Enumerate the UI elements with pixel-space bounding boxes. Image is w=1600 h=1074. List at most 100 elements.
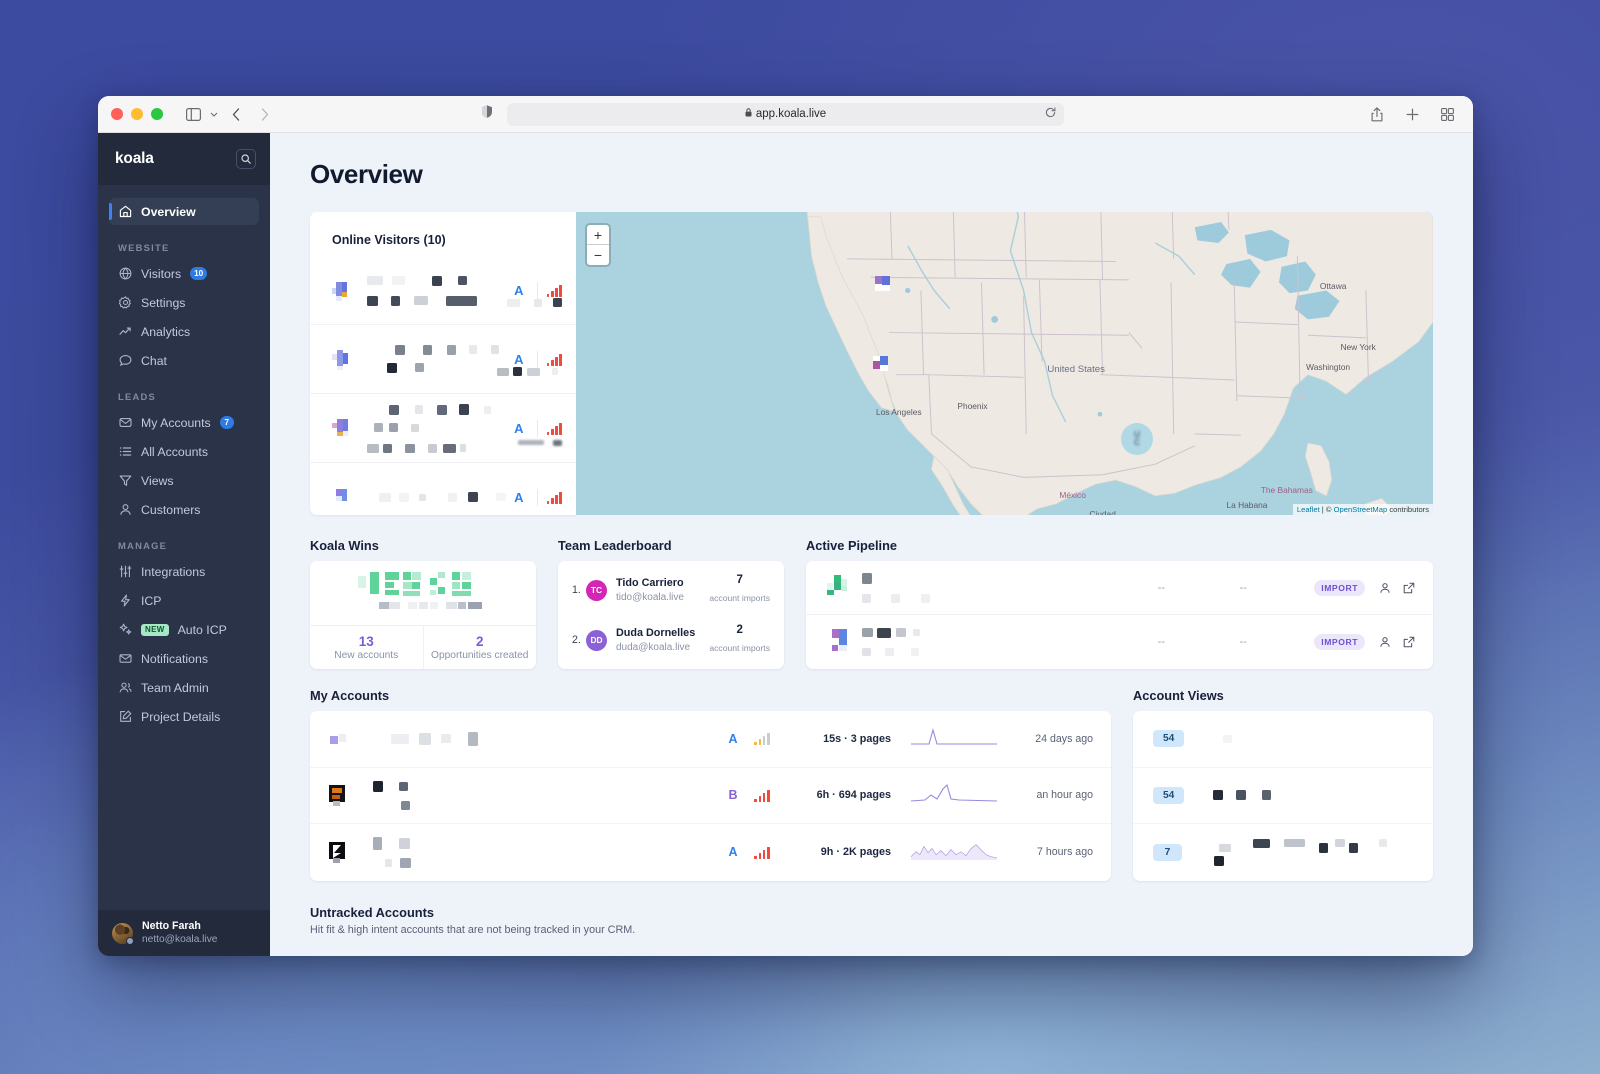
forward-chevron-icon[interactable] — [252, 102, 278, 126]
leaderboard-row[interactable]: 1. TC Tido Carriero tido@koala.live 7 ac… — [558, 565, 784, 615]
sidebar-toggle-icon[interactable] — [180, 102, 206, 126]
sidebar-item-project-details[interactable]: Project Details — [109, 703, 259, 730]
visitor-identity-redacted — [353, 341, 510, 377]
sidebar-item-auto-icp[interactable]: NEW Auto ICP — [109, 616, 259, 643]
page-title: Overview — [310, 159, 1433, 190]
my-accounts-section: My Accounts A — [310, 688, 1111, 881]
sidebar-item-settings[interactable]: Settings — [109, 289, 259, 316]
app-body: koala Overview WEBSITE — [98, 133, 1473, 956]
new-tab-icon[interactable] — [1399, 102, 1425, 126]
sidebar-item-team-admin[interactable]: Team Admin — [109, 674, 259, 701]
filter-icon — [118, 474, 132, 488]
import-button[interactable]: IMPORT — [1314, 634, 1365, 650]
tab-overview-icon[interactable] — [1434, 102, 1460, 126]
maximize-window-button[interactable] — [151, 108, 163, 120]
import-button[interactable]: IMPORT — [1314, 580, 1365, 596]
map-zoom-controls[interactable]: + − — [587, 225, 609, 265]
sidebar-item-views[interactable]: Views — [109, 467, 259, 494]
home-icon — [118, 205, 132, 219]
map-zoom-out-button[interactable]: − — [587, 245, 609, 265]
session-summary: 6h · 694 pages — [779, 789, 891, 801]
rank-label: 2. — [572, 634, 586, 646]
back-chevron-icon[interactable] — [223, 102, 249, 126]
avatar — [112, 923, 133, 944]
sidebar-item-overview[interactable]: Overview — [109, 198, 259, 225]
visitor-row[interactable]: A — [310, 256, 576, 325]
company-logo — [328, 784, 351, 807]
last-seen: an hour ago — [997, 789, 1093, 801]
privacy-shield-icon[interactable] — [481, 105, 493, 124]
sidebar-item-notifications[interactable]: Notifications — [109, 645, 259, 672]
koala-wins-section: Koala Wins — [310, 538, 536, 669]
table-row[interactable]: B 6h · 694 pages an hour ago — [310, 768, 1111, 825]
leaderboard-row[interactable]: 2. DD Duda Dornelles duda@koala.live 2 a… — [558, 615, 784, 665]
share-icon[interactable] — [1364, 102, 1390, 126]
external-link-icon[interactable] — [1403, 582, 1415, 594]
import-count: 7 — [709, 574, 770, 588]
list-item[interactable]: 7 — [1133, 824, 1433, 881]
sidebar-item-label: Auto ICP — [178, 623, 227, 637]
map-label: United States — [1047, 364, 1105, 375]
search-icon[interactable] — [236, 149, 256, 169]
grade-badge: A — [721, 732, 745, 746]
minimize-window-button[interactable] — [131, 108, 143, 120]
map-cluster-badge[interactable]: UC — [1121, 423, 1153, 455]
list-item[interactable]: 54 — [1133, 768, 1433, 825]
visitor-row[interactable]: A — [310, 325, 576, 394]
globe-icon — [118, 267, 132, 281]
sidebar-item-all-accounts[interactable]: All Accounts — [109, 438, 259, 465]
wins-stat-value: 2 — [476, 634, 484, 650]
view-count-badge: 7 — [1153, 844, 1182, 861]
chevron-down-icon[interactable] — [207, 102, 220, 126]
list-item[interactable]: 54 — [1133, 711, 1433, 768]
active-pipeline-title: Active Pipeline — [806, 538, 1433, 553]
visitor-row[interactable]: A — [310, 394, 576, 463]
user-icon — [118, 503, 132, 517]
trending-up-icon — [118, 325, 132, 339]
sidebar-item-label: All Accounts — [141, 445, 208, 459]
import-unit: account imports — [709, 643, 770, 653]
leaflet-link[interactable]: Leaflet — [1297, 505, 1320, 514]
visitor-identity-redacted — [353, 489, 510, 507]
map-label: Ottawa — [1320, 281, 1347, 291]
account-views-title: Account Views — [1133, 688, 1433, 703]
pipeline-row[interactable]: -- -- IMPORT — [806, 561, 1433, 615]
sidebar-user-section[interactable]: Netto Farah netto@koala.live — [98, 910, 270, 956]
map-visitor-pin[interactable] — [875, 276, 890, 295]
edit-square-icon — [118, 710, 132, 724]
user-icon[interactable] — [1379, 582, 1391, 594]
pipeline-row[interactable]: -- -- IMPORT — [806, 615, 1433, 669]
sidebar-item-visitors[interactable]: Visitors 10 — [109, 260, 259, 287]
map-visitor-pin[interactable] — [873, 356, 888, 375]
brand-logo[interactable]: koala — [115, 150, 154, 168]
table-row[interactable]: A 15s · 3 pages 24 days ago — [310, 711, 1111, 768]
sidebar-item-icp[interactable]: ICP — [109, 587, 259, 614]
external-link-icon[interactable] — [1403, 636, 1415, 648]
activity-sparkline — [911, 783, 997, 808]
avatar: DD — [586, 630, 607, 651]
sidebar-item-chat[interactable]: Chat — [109, 347, 259, 374]
visitors-badge: 10 — [190, 267, 207, 280]
address-bar[interactable]: app.koala.live — [507, 103, 1064, 126]
sidebar-item-my-accounts[interactable]: My Accounts 7 — [109, 409, 259, 436]
table-row[interactable]: A 9h · 2K pages 7 hours ago — [310, 824, 1111, 881]
osm-link[interactable]: OpenStreetMap — [1334, 505, 1388, 514]
account-name-redacted — [351, 834, 721, 870]
koala-wins-card: 13 New accounts 2 Opportunities created — [310, 561, 536, 669]
close-window-button[interactable] — [111, 108, 123, 120]
signal-bars-icon — [745, 732, 779, 745]
reload-icon[interactable] — [1045, 105, 1056, 123]
map-label: Washington — [1306, 362, 1350, 372]
user-icon[interactable] — [1379, 636, 1391, 648]
window-controls[interactable] — [111, 108, 163, 120]
sidebar-item-analytics[interactable]: Analytics — [109, 318, 259, 345]
visitor-row[interactable]: A — [310, 463, 576, 515]
map-zoom-in-button[interactable]: + — [587, 225, 609, 245]
sidebar-item-integrations[interactable]: Integrations — [109, 558, 259, 585]
import-unit: account imports — [709, 593, 770, 603]
view-name-redacted — [1184, 730, 1413, 748]
company-logo — [328, 727, 351, 750]
untracked-accounts-subtitle: Hit fit & high intent accounts that are … — [310, 924, 1433, 936]
sidebar-item-customers[interactable]: Customers — [109, 496, 259, 523]
visitor-map[interactable]: UC + − Ottawa New York Washin — [576, 212, 1433, 515]
